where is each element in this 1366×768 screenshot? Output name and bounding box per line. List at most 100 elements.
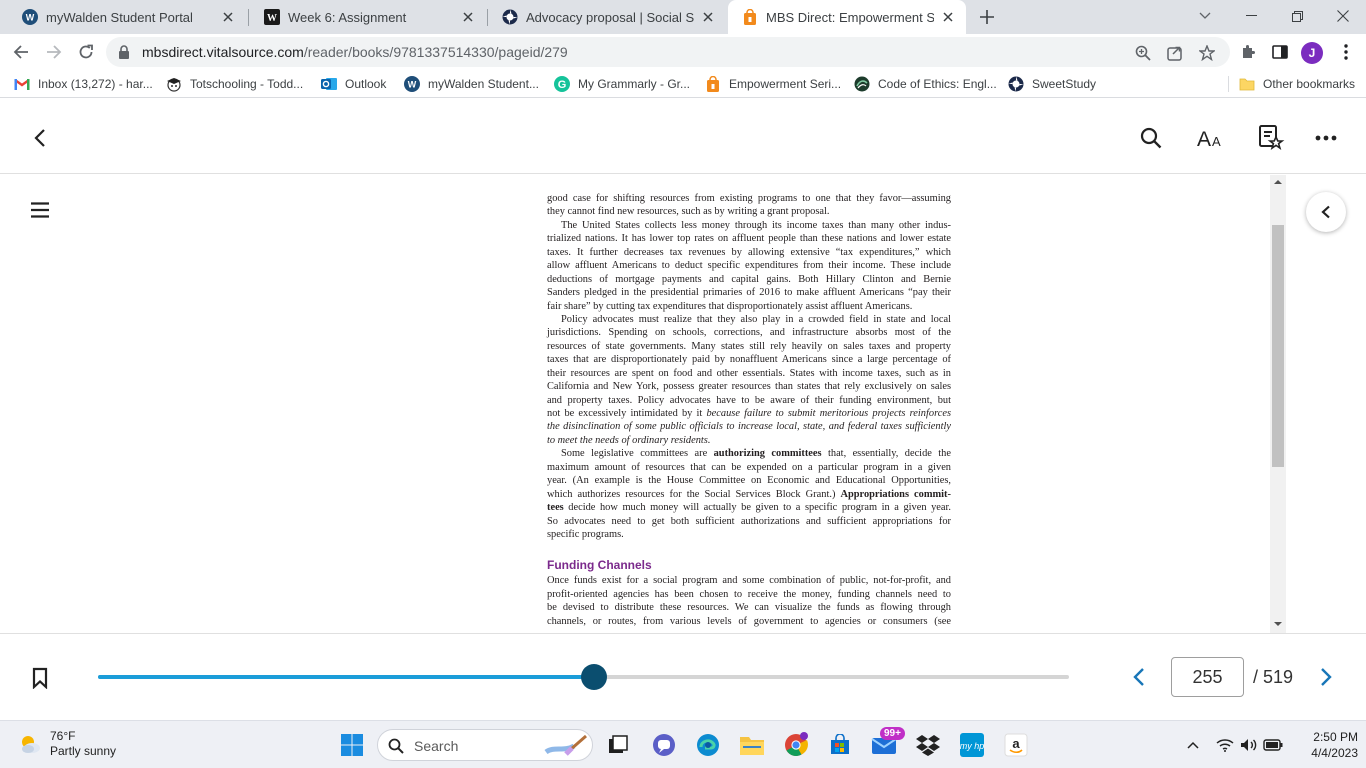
extensions-icon[interactable] <box>1238 42 1258 62</box>
walden-w-icon: W <box>22 9 38 25</box>
page-scrollbar[interactable] <box>1270 175 1286 633</box>
teams-chat-icon[interactable] <box>650 731 678 759</box>
other-bookmarks[interactable]: Other bookmarks <box>1239 75 1355 93</box>
notes-star-icon[interactable] <box>1253 120 1289 156</box>
microsoft-store-icon[interactable] <box>826 731 854 759</box>
volume-icon[interactable] <box>1239 735 1259 755</box>
table-of-contents-menu-icon[interactable] <box>22 195 58 225</box>
restore-button[interactable] <box>1274 0 1320 32</box>
bookmark-star-icon[interactable] <box>1198 44 1216 62</box>
close-icon[interactable] <box>940 9 956 25</box>
bookmark-label: Inbox (13,272) - har... <box>38 77 153 91</box>
chrome-menu-icon[interactable] <box>1336 42 1356 62</box>
book-page[interactable]: good case for shifting resources from ex… <box>80 175 1286 633</box>
windows-start-icon[interactable] <box>338 731 366 759</box>
scroll-up-arrow-icon[interactable] <box>1274 179 1282 185</box>
bookmark-label: Outlook <box>345 77 387 91</box>
bookmark-sweetstudy[interactable]: SweetStudy <box>1008 75 1096 93</box>
bookmark-empowerment[interactable]: Empowerment Seri... <box>705 75 841 93</box>
tab-strip: W myWalden Student Portal W Week 6: Assi… <box>0 0 1366 34</box>
panel-toggle-button[interactable] <box>1306 192 1346 232</box>
tab-mbs-direct[interactable]: MBS Direct: Empowerment Serie <box>728 0 966 34</box>
tab-title: Week 6: Assignment <box>288 9 407 25</box>
page-number-input[interactable] <box>1171 657 1244 697</box>
text-line: California and New York, possess greater… <box>547 380 951 393</box>
reload-button[interactable] <box>72 38 100 66</box>
close-window-button[interactable] <box>1320 0 1366 32</box>
bookmark-gmail[interactable]: Inbox (13,272) - har... <box>14 75 153 93</box>
bookmark-label: Code of Ethics: Engl... <box>878 77 997 91</box>
chrome-icon[interactable] <box>782 731 810 759</box>
tab-divider <box>248 9 249 26</box>
previous-page-button[interactable] <box>1126 664 1152 690</box>
close-icon[interactable] <box>700 9 716 25</box>
reader-footer: / 519 <box>0 633 1366 720</box>
edge-icon[interactable] <box>694 731 722 759</box>
close-icon[interactable] <box>460 9 476 25</box>
forward-button[interactable] <box>40 38 68 66</box>
amazon-icon[interactable]: a <box>1002 731 1030 759</box>
tab-search-chevron-icon[interactable] <box>1182 0 1228 32</box>
text-line: So advocates need to get both sufficient… <box>547 515 951 528</box>
zoom-icon[interactable] <box>1134 44 1152 62</box>
show-hidden-icons-chevron-icon[interactable] <box>1183 735 1203 755</box>
task-view-icon[interactable] <box>604 731 632 759</box>
scroll-down-arrow-icon[interactable] <box>1274 621 1282 627</box>
url-text[interactable]: mbsdirect.vitalsource.com/reader/books/9… <box>142 44 568 60</box>
more-options-icon[interactable] <box>1308 120 1344 156</box>
tab-advocacy-proposal[interactable]: Advocacy proposal | Social Scien <box>488 0 726 34</box>
share-icon[interactable] <box>1166 44 1184 62</box>
text-run: trialized nations. It has lower top rate… <box>547 233 951 245</box>
bookmark-mywalden[interactable]: W myWalden Student... <box>404 75 539 93</box>
sweetstudy-icon <box>502 9 518 25</box>
scrollbar-thumb[interactable] <box>1272 225 1284 467</box>
italic-run: because failure to submit meritorious pr… <box>706 408 952 419</box>
wifi-icon[interactable] <box>1215 735 1235 755</box>
minimize-button[interactable] <box>1228 0 1274 32</box>
side-panel-icon[interactable] <box>1270 42 1290 62</box>
tab-mywalden[interactable]: W myWalden Student Portal <box>8 0 246 34</box>
clock-date: 4/4/2023 <box>1311 746 1358 760</box>
weather-widget[interactable]: 76°F Partly sunny <box>18 729 116 759</box>
sweetstudy-icon <box>1008 76 1024 92</box>
file-explorer-icon[interactable] <box>738 731 766 759</box>
text-line: their resources are spent on food and ot… <box>547 367 951 380</box>
bookmark-totschooling[interactable]: Totschooling - Todd... <box>166 75 303 93</box>
new-tab-button[interactable] <box>976 6 998 28</box>
text-size-icon[interactable]: AA <box>1193 120 1229 156</box>
address-bar[interactable]: mbsdirect.vitalsource.com/reader/books/9… <box>106 37 1230 67</box>
battery-icon[interactable] <box>1263 735 1283 755</box>
text-line: allow affluent Americans to deduct speci… <box>547 259 951 272</box>
dropbox-icon[interactable] <box>914 731 942 759</box>
page-slider-thumb[interactable] <box>581 664 608 690</box>
svg-text:G: G <box>558 79 567 91</box>
bookmark-grammarly[interactable]: G My Grammarly - Gr... <box>554 75 690 93</box>
text-run: Once funds exist for a social program an… <box>547 575 951 587</box>
close-icon[interactable] <box>220 9 236 25</box>
italic-run: the disinclination of some public offici… <box>547 421 951 433</box>
reader-body: good case for shifting resources from ex… <box>0 175 1366 633</box>
hp-myhp-icon[interactable]: my hp <box>958 731 986 759</box>
text-line: taxes that are disproportionately paid b… <box>547 353 951 366</box>
back-button[interactable] <box>7 38 35 66</box>
bookmark-page-icon[interactable] <box>24 662 56 694</box>
text-run: allow affluent Americans to deduct speci… <box>547 260 951 272</box>
profile-avatar[interactable]: J <box>1301 42 1323 64</box>
page-slider[interactable] <box>98 664 1069 690</box>
lock-icon[interactable] <box>118 45 130 59</box>
tab-week6-assignment[interactable]: W Week 6: Assignment <box>250 0 486 34</box>
taskbar-search-box[interactable]: Search <box>377 729 593 761</box>
next-page-button[interactable] <box>1313 664 1339 690</box>
text-run: So advocates need to get both sufficient… <box>547 515 951 527</box>
bookmark-outlook[interactable]: Outlook <box>321 75 386 93</box>
text-run: specific programs. <box>547 528 624 540</box>
system-clock[interactable]: 2:50 PM 4/4/2023 <box>1290 729 1358 761</box>
bookmark-code-of-ethics[interactable]: Code of Ethics: Engl... <box>854 75 997 93</box>
reader-back-button[interactable] <box>22 120 58 156</box>
search-icon[interactable] <box>1133 120 1169 156</box>
text-line: The United States collects less money th… <box>547 219 951 232</box>
bold-term: Appropriations commit- <box>840 488 951 500</box>
text-run: they cannot find new resources, such as … <box>547 206 830 218</box>
book-text: good case for shifting resources from ex… <box>547 192 951 628</box>
text-line: good case for shifting resources from ex… <box>547 192 951 205</box>
